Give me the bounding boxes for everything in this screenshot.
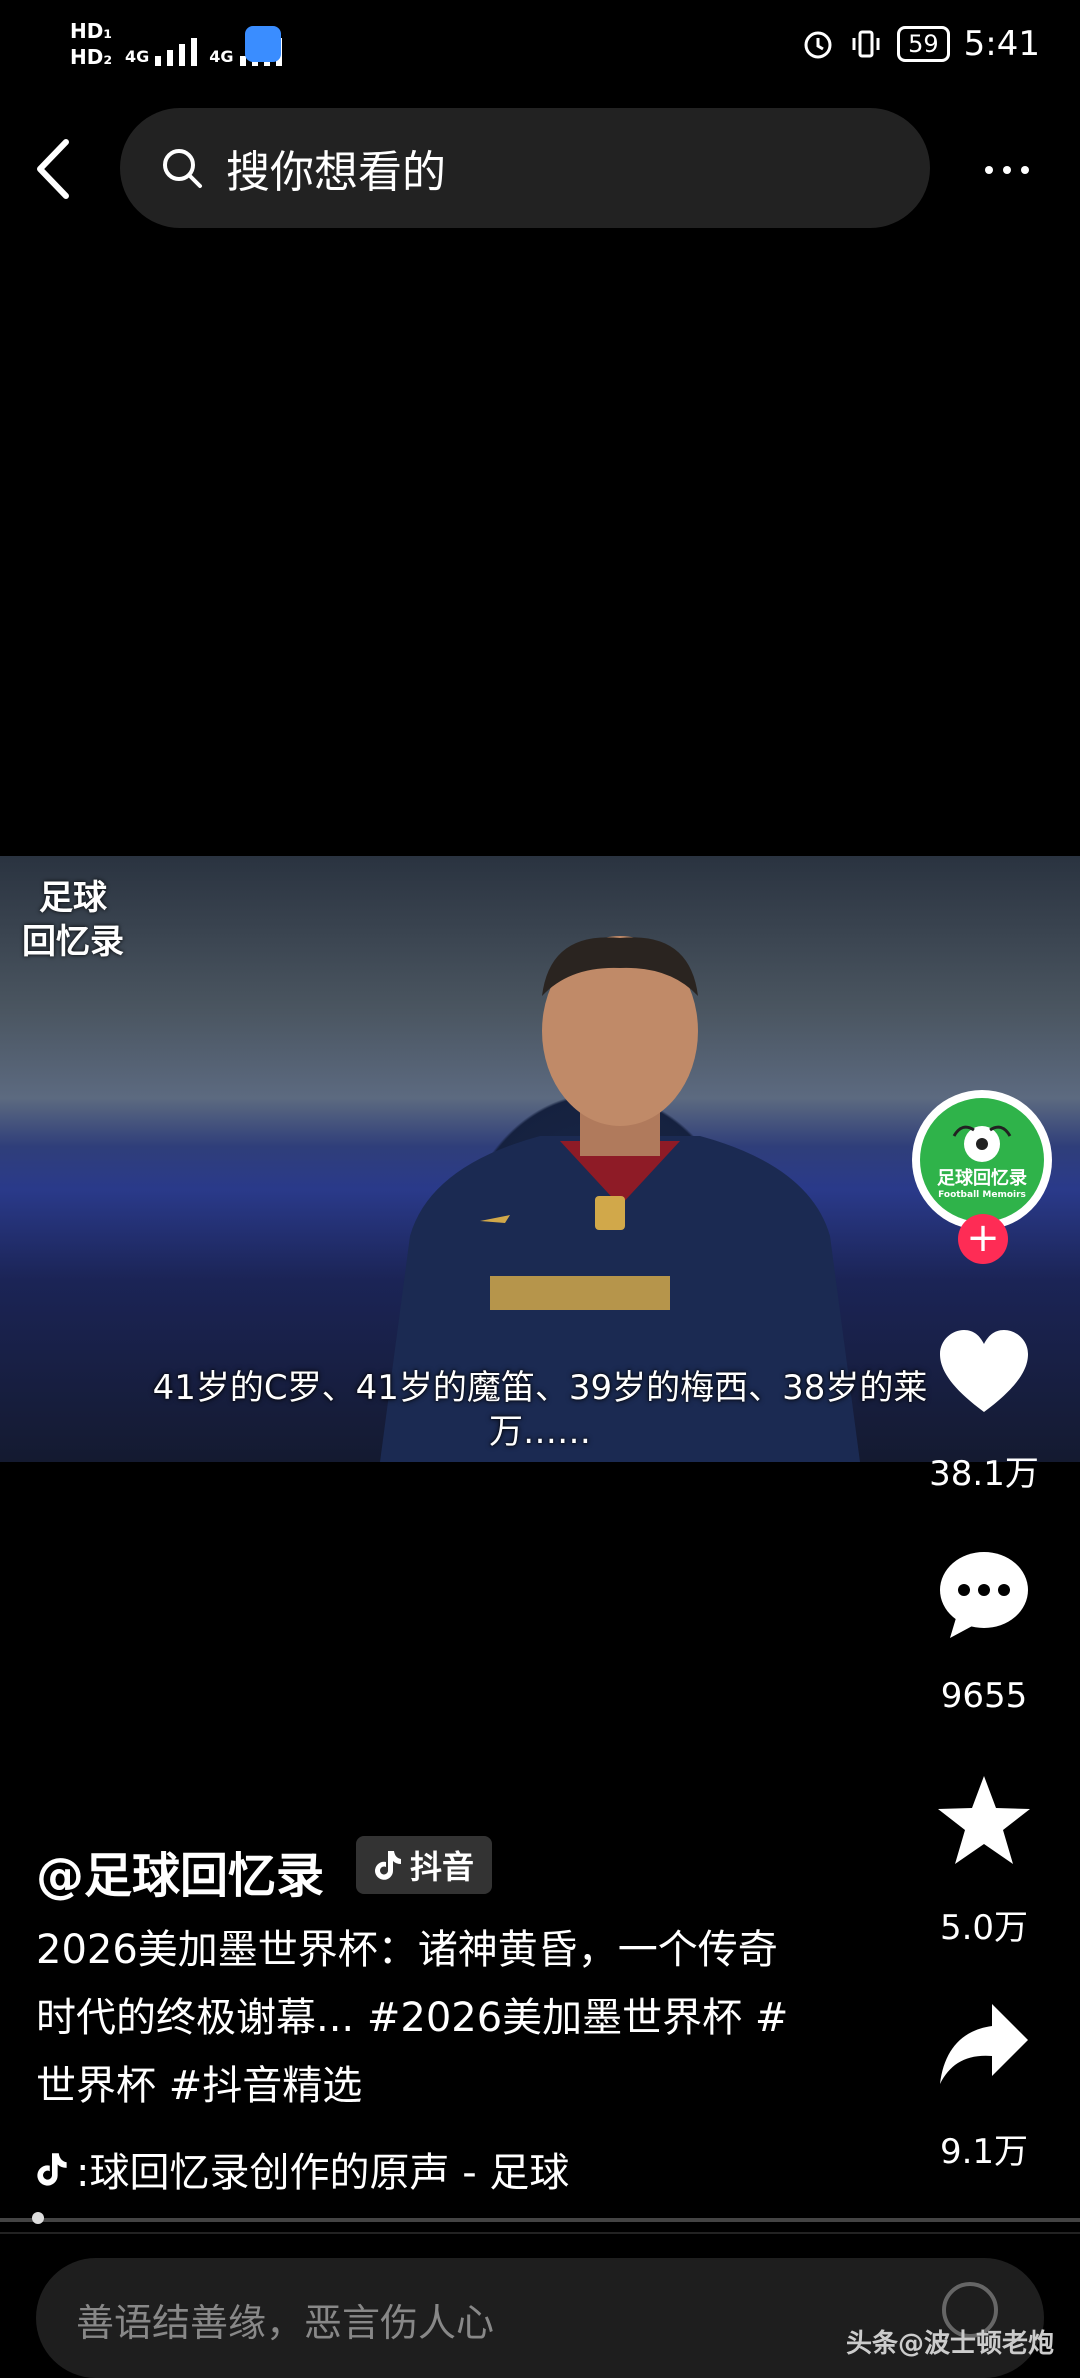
search-placeholder: 搜你想看的 xyxy=(226,147,446,198)
vibrate-icon xyxy=(852,30,880,58)
like-count: 38.1万 xyxy=(929,1454,1039,1494)
network-label-1: 4G xyxy=(125,47,150,66)
network-label-2: 4G xyxy=(209,47,234,66)
search-icon xyxy=(163,149,202,188)
avatar-text: 足球回忆录 xyxy=(937,1168,1027,1189)
author-name[interactable]: @足球回忆录 xyxy=(36,1836,324,1906)
channel-watermark: 足球 回忆录 xyxy=(22,876,124,964)
battery-indicator: 59 xyxy=(897,26,950,62)
hd-indicators: HD₁ HD₂ xyxy=(70,18,112,70)
search-bar[interactable]: 搜你想看的 xyxy=(120,108,930,228)
douyin-badge[interactable]: 抖音 xyxy=(356,1836,493,1894)
music-note-icon xyxy=(37,2153,67,2186)
status-bar: HD₁ HD₂ 4G 4G 59 5:41 xyxy=(0,0,1080,96)
avatar-subtext: Football Memoirs xyxy=(938,1190,1026,1200)
hd1-label: HD₁ xyxy=(70,19,113,43)
comment-count: 9655 xyxy=(940,1676,1028,1716)
avatar-logo: 足球回忆录 Football Memoirs xyxy=(920,1098,1044,1222)
status-right: 59 5:41 xyxy=(801,24,1040,64)
favorite-star-icon[interactable] xyxy=(936,1772,1032,1868)
watermark-line-2: 回忆录 xyxy=(22,922,124,962)
video-description[interactable]: 2026美加墨世界杯：诸神黄昏，一个传奇时代的终极谢幕... #2026美加墨世… xyxy=(36,1916,796,2120)
watermark-line-1: 足球 xyxy=(39,878,107,918)
alarm-icon xyxy=(804,31,832,59)
like-heart-icon[interactable] xyxy=(936,1326,1032,1422)
video-progress-bar[interactable] xyxy=(0,2218,1080,2222)
favorite-count: 5.0万 xyxy=(939,1908,1029,1948)
hd2-label: HD₂ xyxy=(70,45,113,69)
soccer-ball-icon xyxy=(952,1125,1012,1162)
comment-placeholder: 善语结善缘，恶言伤人心 xyxy=(76,2301,495,2345)
share-count: 9.1万 xyxy=(939,2132,1029,2172)
badge-label: 抖音 xyxy=(410,1848,475,1886)
music-info[interactable]: :球回忆录创作的原声 - 足球 xyxy=(36,2140,569,2198)
clock: 5:41 xyxy=(963,24,1040,64)
divider xyxy=(0,2232,1080,2234)
progress-knob[interactable] xyxy=(32,2212,44,2224)
more-options-icon[interactable] xyxy=(985,150,1045,190)
comment-icon[interactable] xyxy=(936,1546,1032,1642)
back-arrow-icon[interactable] xyxy=(30,134,80,204)
follow-plus-button[interactable]: + xyxy=(958,1214,1008,1264)
app-notification-icon xyxy=(245,26,281,62)
tiktok-note-icon xyxy=(375,1851,401,1880)
share-arrow-icon[interactable] xyxy=(936,1996,1032,2092)
video-subtitle: 41岁的C罗、41岁的魔笛、39岁的梅西、38岁的莱万…… xyxy=(152,1368,928,1452)
music-label: :球回忆录创作的原声 - 足球 xyxy=(76,2150,570,2196)
source-watermark: 头条@波士顿老炮 xyxy=(845,2329,1054,2359)
comment-input[interactable]: 善语结善缘，恶言伤人心 xyxy=(36,2258,1044,2378)
